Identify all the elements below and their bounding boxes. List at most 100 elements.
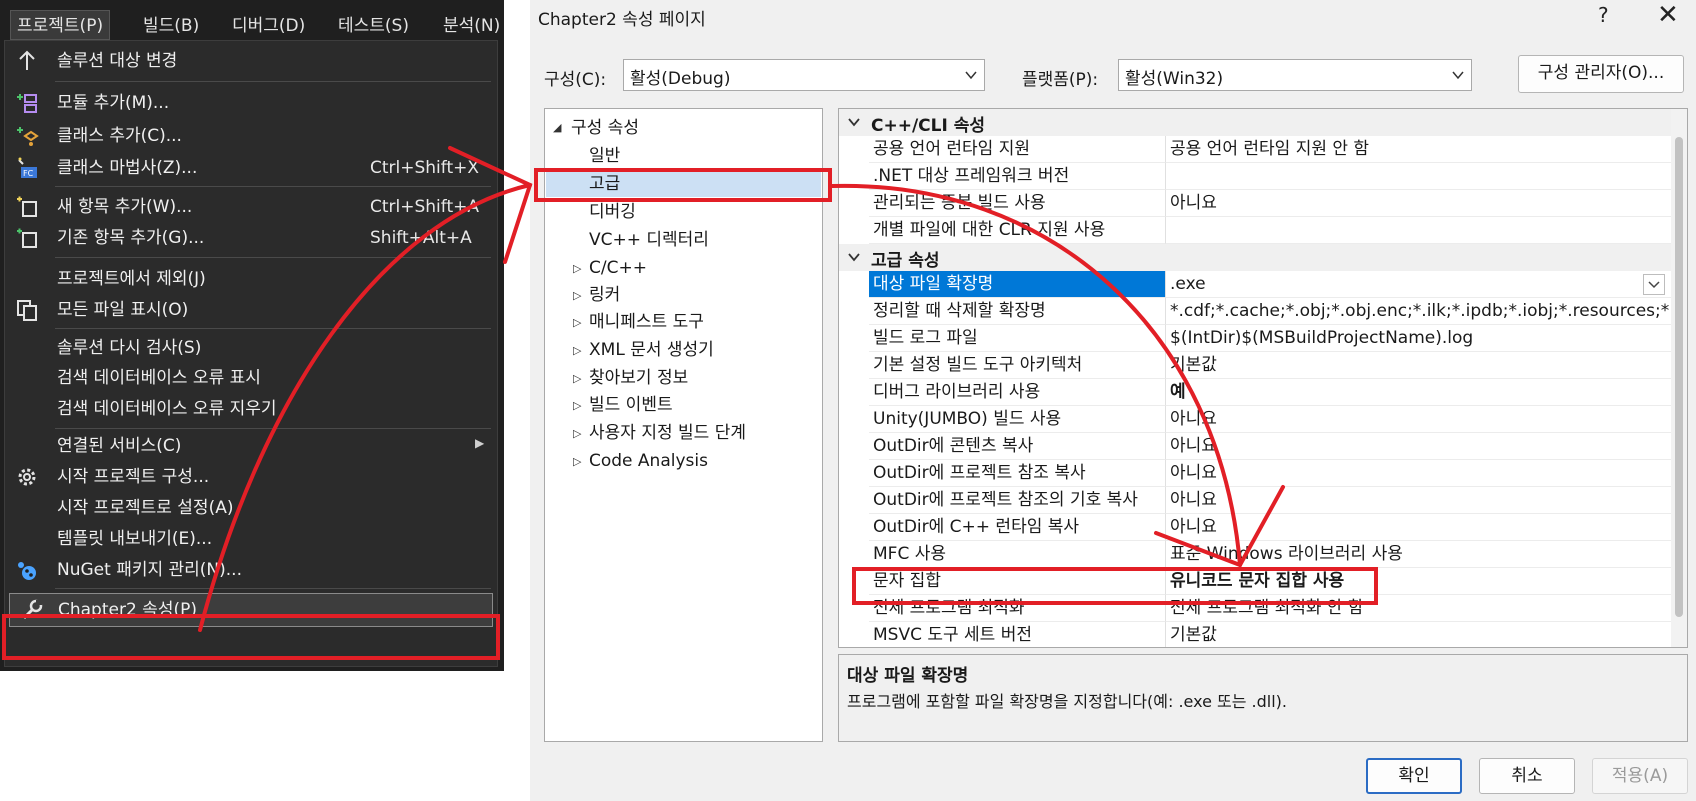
property-value[interactable]: 아니요 (1165, 406, 1671, 433)
property-value[interactable]: 공용 언어 런타임 지원 안 함 (1165, 136, 1671, 163)
category-label: 고급 속성 (871, 251, 940, 271)
property-name: 대상 파일 확장명 (869, 271, 1165, 298)
menu-item-configure-startup[interactable]: 시작 프로젝트 구성... (5, 461, 499, 493)
ok-button[interactable]: 확인 (1366, 758, 1462, 794)
property-name: MFC 사용 (869, 541, 1165, 568)
property-name: 디버그 라이브러리 사용 (869, 379, 1165, 406)
menu-item-show-all-files[interactable]: 모든 파일 표시(O) (5, 294, 499, 326)
value-dropdown-button[interactable] (1643, 274, 1665, 295)
vertical-scrollbar[interactable] (1671, 109, 1687, 647)
property-name: OutDir에 프로젝트 참조의 기호 복사 (869, 487, 1165, 514)
project-menu-screenshot: 프로젝트(P) 빌드(B) 디버그(D) 테스트(S) 분석(N) 솔루션 대상… (0, 0, 504, 671)
menu-item-export-template[interactable]: 템플릿 내보내기(E)... (5, 523, 499, 555)
config-dropdown[interactable]: 활성(Debug) (623, 59, 985, 91)
menu-item-label: 기존 항목 추가(G)... (57, 228, 205, 248)
dialog-title: Chapter2 속성 페이지 (538, 10, 706, 30)
menu-item-show-db-errors[interactable]: 검색 데이터베이스 오류 표시 (5, 362, 499, 394)
property-row[interactable]: 기본 설정 빌드 도구 아키텍처 기본값 (839, 352, 1671, 379)
property-value[interactable]: *.cdf;*.cache;*.obj;*.obj.enc;*.ilk;*.ip… (1165, 298, 1671, 325)
scrollbar-thumb[interactable] (1675, 137, 1683, 617)
property-value[interactable]: 아니요 (1165, 514, 1671, 541)
menu-item-add-new-item[interactable]: 새 항목 추가(W)... Ctrl+Shift+A (5, 191, 499, 223)
property-row[interactable]: MFC 사용 표준 Windows 라이브러리 사용 (839, 541, 1671, 568)
property-value[interactable] (1165, 163, 1671, 190)
menu-item-rescan-solution[interactable]: 솔루션 다시 검사(S) (5, 332, 499, 364)
menu-item-label: 모듈 추가(M)... (57, 93, 170, 113)
apply-button[interactable]: 적용(A) (1592, 758, 1688, 794)
nuget-icon (18, 562, 36, 580)
menu-item-add-class[interactable]: 클래스 추가(C)... (5, 120, 499, 152)
property-row[interactable]: 디버그 라이브러리 사용 예 (839, 379, 1671, 406)
property-row[interactable]: 관리되는 증분 빌드 사용 아니요 (839, 190, 1671, 217)
menu-item-retarget-solution[interactable]: 솔루션 대상 변경 (5, 45, 499, 77)
menu-item-connected-services[interactable]: 연결된 서비스(C) ▶ (5, 430, 499, 462)
chevron-down-icon (848, 253, 860, 262)
tree-node-debugging[interactable]: 디버깅 (589, 199, 636, 225)
tree-node-label: XML 문서 생성기 (589, 340, 714, 360)
property-value[interactable]: 아니요 (1165, 190, 1671, 217)
menu-analyze[interactable]: 분석(N) (443, 11, 500, 41)
property-value[interactable]: 아니요 (1165, 433, 1671, 460)
property-name: .NET 대상 프레임워크 버전 (869, 163, 1165, 190)
property-row[interactable]: .NET 대상 프레임워크 버전 (839, 163, 1671, 190)
menu-item-label: 클래스 마법사(Z)... (57, 158, 198, 178)
gear-icon (18, 468, 36, 486)
property-value[interactable]: 기본값 (1165, 352, 1671, 379)
help-button[interactable]: ? (1598, 3, 1609, 27)
collapsed-triangle-icon: ▷ (573, 344, 582, 357)
platform-dropdown[interactable]: 활성(Win32) (1118, 59, 1472, 91)
property-row[interactable]: 전체 프로그램 최적화 전체 프로그램 최적화 안 함 (839, 595, 1671, 622)
property-row[interactable]: OutDir에 콘텐츠 복사 아니요 (839, 433, 1671, 460)
tree-selection-highlight (546, 171, 821, 197)
menu-item-manage-nuget[interactable]: NuGet 패키지 관리(N)... (5, 554, 499, 586)
cancel-button[interactable]: 취소 (1479, 758, 1575, 794)
property-row[interactable]: OutDir에 프로젝트 참조의 기호 복사 아니요 (839, 487, 1671, 514)
property-row[interactable]: OutDir에 C++ 런타임 복사 아니요 (839, 514, 1671, 541)
menu-item-set-startup[interactable]: 시작 프로젝트로 설정(A) (5, 492, 499, 524)
menu-item-label: 새 항목 추가(W)... (57, 197, 193, 217)
property-row-selected[interactable]: 대상 파일 확장명 .exe (839, 271, 1671, 298)
menu-project[interactable]: 프로젝트(P) (10, 10, 111, 40)
menu-item-class-wizard[interactable]: FC 클래스 마법사(Z)... Ctrl+Shift+X (5, 152, 499, 184)
property-name: Unity(JUMBO) 빌드 사용 (869, 406, 1165, 433)
menu-item-exclude-from-project[interactable]: 프로젝트에서 제외(J) (5, 263, 499, 295)
menu-separator (55, 257, 491, 258)
category-advanced-properties[interactable]: 고급 속성 (839, 244, 1671, 271)
expanded-triangle-icon: ◢ (553, 121, 562, 134)
property-value[interactable]: 기본값 (1165, 622, 1671, 647)
property-value[interactable]: 아니요 (1165, 460, 1671, 487)
property-row[interactable]: 정리할 때 삭제할 확장명 *.cdf;*.cache;*.obj;*.obj.e… (839, 298, 1671, 325)
config-manager-button[interactable]: 구성 관리자(O)... (1518, 55, 1684, 93)
property-value[interactable] (1165, 217, 1671, 244)
menu-test[interactable]: 테스트(S) (338, 11, 409, 41)
menu-item-project-properties[interactable]: Chapter2 속성(P) (9, 593, 493, 627)
menu-item-label: 클래스 추가(C)... (57, 126, 182, 146)
property-value[interactable]: 유니코드 문자 집합 사용 (1165, 568, 1671, 595)
property-row[interactable]: MSVC 도구 세트 버전 기본값 (839, 622, 1671, 647)
tree-node-advanced[interactable]: 고급 (589, 171, 620, 197)
property-value[interactable]: .exe (1165, 271, 1671, 298)
property-value[interactable]: 전체 프로그램 최적화 안 함 (1165, 595, 1671, 622)
property-value[interactable]: 예 (1165, 379, 1671, 406)
menu-item-add-module[interactable]: 모듈 추가(M)... (5, 87, 499, 119)
tree-node-general[interactable]: 일반 (589, 143, 620, 169)
property-value[interactable]: 표준 Windows 라이브러리 사용 (1165, 541, 1671, 568)
menu-build[interactable]: 빌드(B) (143, 11, 199, 41)
property-row[interactable]: 빌드 로그 파일 $(IntDir)$(MSBuildProjectName).l… (839, 325, 1671, 352)
menu-debug[interactable]: 디버그(D) (232, 11, 305, 41)
category-cli-properties[interactable]: C++/CLI 속성 (839, 109, 1671, 136)
property-row[interactable]: OutDir에 프로젝트 참조 복사 아니요 (839, 460, 1671, 487)
property-pages-dialog: Chapter2 속성 페이지 ? ✕ 구성(C): 활성(Debug) 플랫폼… (530, 0, 1696, 801)
property-row[interactable]: Unity(JUMBO) 빌드 사용 아니요 (839, 406, 1671, 433)
close-button[interactable]: ✕ (1657, 0, 1679, 30)
collapsed-triangle-icon: ▷ (573, 372, 582, 385)
property-row[interactable]: 개별 파일에 대한 CLR 지원 사용 (839, 217, 1671, 244)
collapsed-triangle-icon: ▷ (573, 399, 582, 412)
property-value[interactable]: $(IntDir)$(MSBuildProjectName).log (1165, 325, 1671, 352)
property-row-character-set[interactable]: 문자 집합 유니코드 문자 집합 사용 (839, 568, 1671, 595)
menu-item-add-existing-item[interactable]: 기존 항목 추가(G)... Shift+Alt+A (5, 222, 499, 254)
tree-node-vc-directories[interactable]: VC++ 디렉터리 (589, 227, 709, 253)
property-value[interactable]: 아니요 (1165, 487, 1671, 514)
property-row[interactable]: 공용 언어 런타임 지원 공용 언어 런타임 지원 안 함 (839, 136, 1671, 163)
menu-item-clear-db-errors[interactable]: 검색 데이터베이스 오류 지우기 (5, 393, 499, 425)
